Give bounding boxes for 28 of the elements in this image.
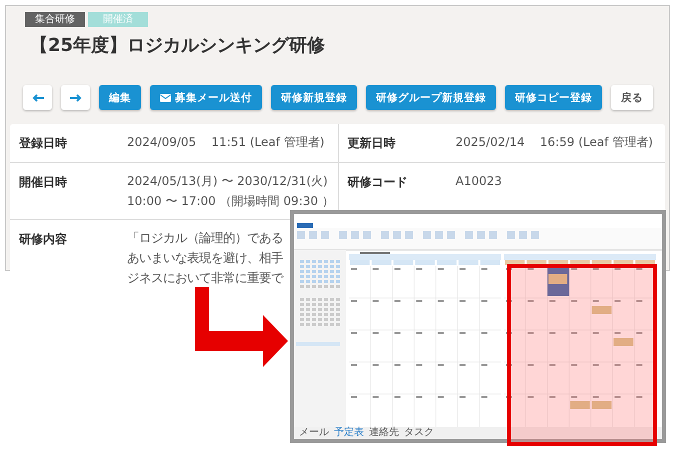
field-label: 研修内容 — [19, 231, 68, 248]
status-badge: 開催済 — [88, 12, 148, 27]
category-badge: 集合研修 — [25, 12, 85, 27]
action-button[interactable]: 研修グループ新規登録 — [366, 85, 496, 110]
send-mail-button[interactable]: 募集メール送付 — [150, 85, 262, 110]
field-value: あいまいな表現を避け、相手 — [127, 250, 283, 267]
field-label: 登録日時 — [19, 135, 68, 152]
field-value: 「ロジカル（論理的）である — [127, 230, 283, 247]
action-button[interactable]: 編集 — [99, 85, 141, 110]
action-button[interactable]: 研修新規登録 — [271, 85, 357, 110]
arrow-icon — [70, 92, 82, 102]
field-label: 開催日時 — [19, 174, 68, 191]
envelope-icon — [160, 94, 171, 102]
back-button[interactable]: 戻る — [611, 85, 653, 110]
field-label: 研修コード — [348, 174, 408, 191]
field-value: 2025/02/14 16:59 (Leaf 管理者) — [456, 134, 653, 151]
field-label: 更新日時 — [348, 135, 396, 152]
next-button[interactable] — [61, 85, 90, 110]
arrow-icon — [32, 92, 44, 102]
previous-button[interactable] — [23, 85, 52, 110]
action-button[interactable]: 研修コピー登録 — [505, 85, 602, 110]
bent-arrow-icon — [193, 287, 288, 367]
field-value: 2024/09/05 11:51 (Leaf 管理者) — [127, 134, 324, 151]
field-value: A10023 — [456, 173, 502, 190]
field-value: 2024/05/13(月) 〜 2030/12/31(火) — [127, 173, 329, 190]
field-value: 10:00 〜 17:00 （開場時間 09:30 ） — [127, 193, 334, 210]
page-title: 【25年度】ロジカルシンキング研修 — [30, 34, 326, 58]
field-value: ジネスにおいて非常に重要で — [127, 270, 283, 287]
